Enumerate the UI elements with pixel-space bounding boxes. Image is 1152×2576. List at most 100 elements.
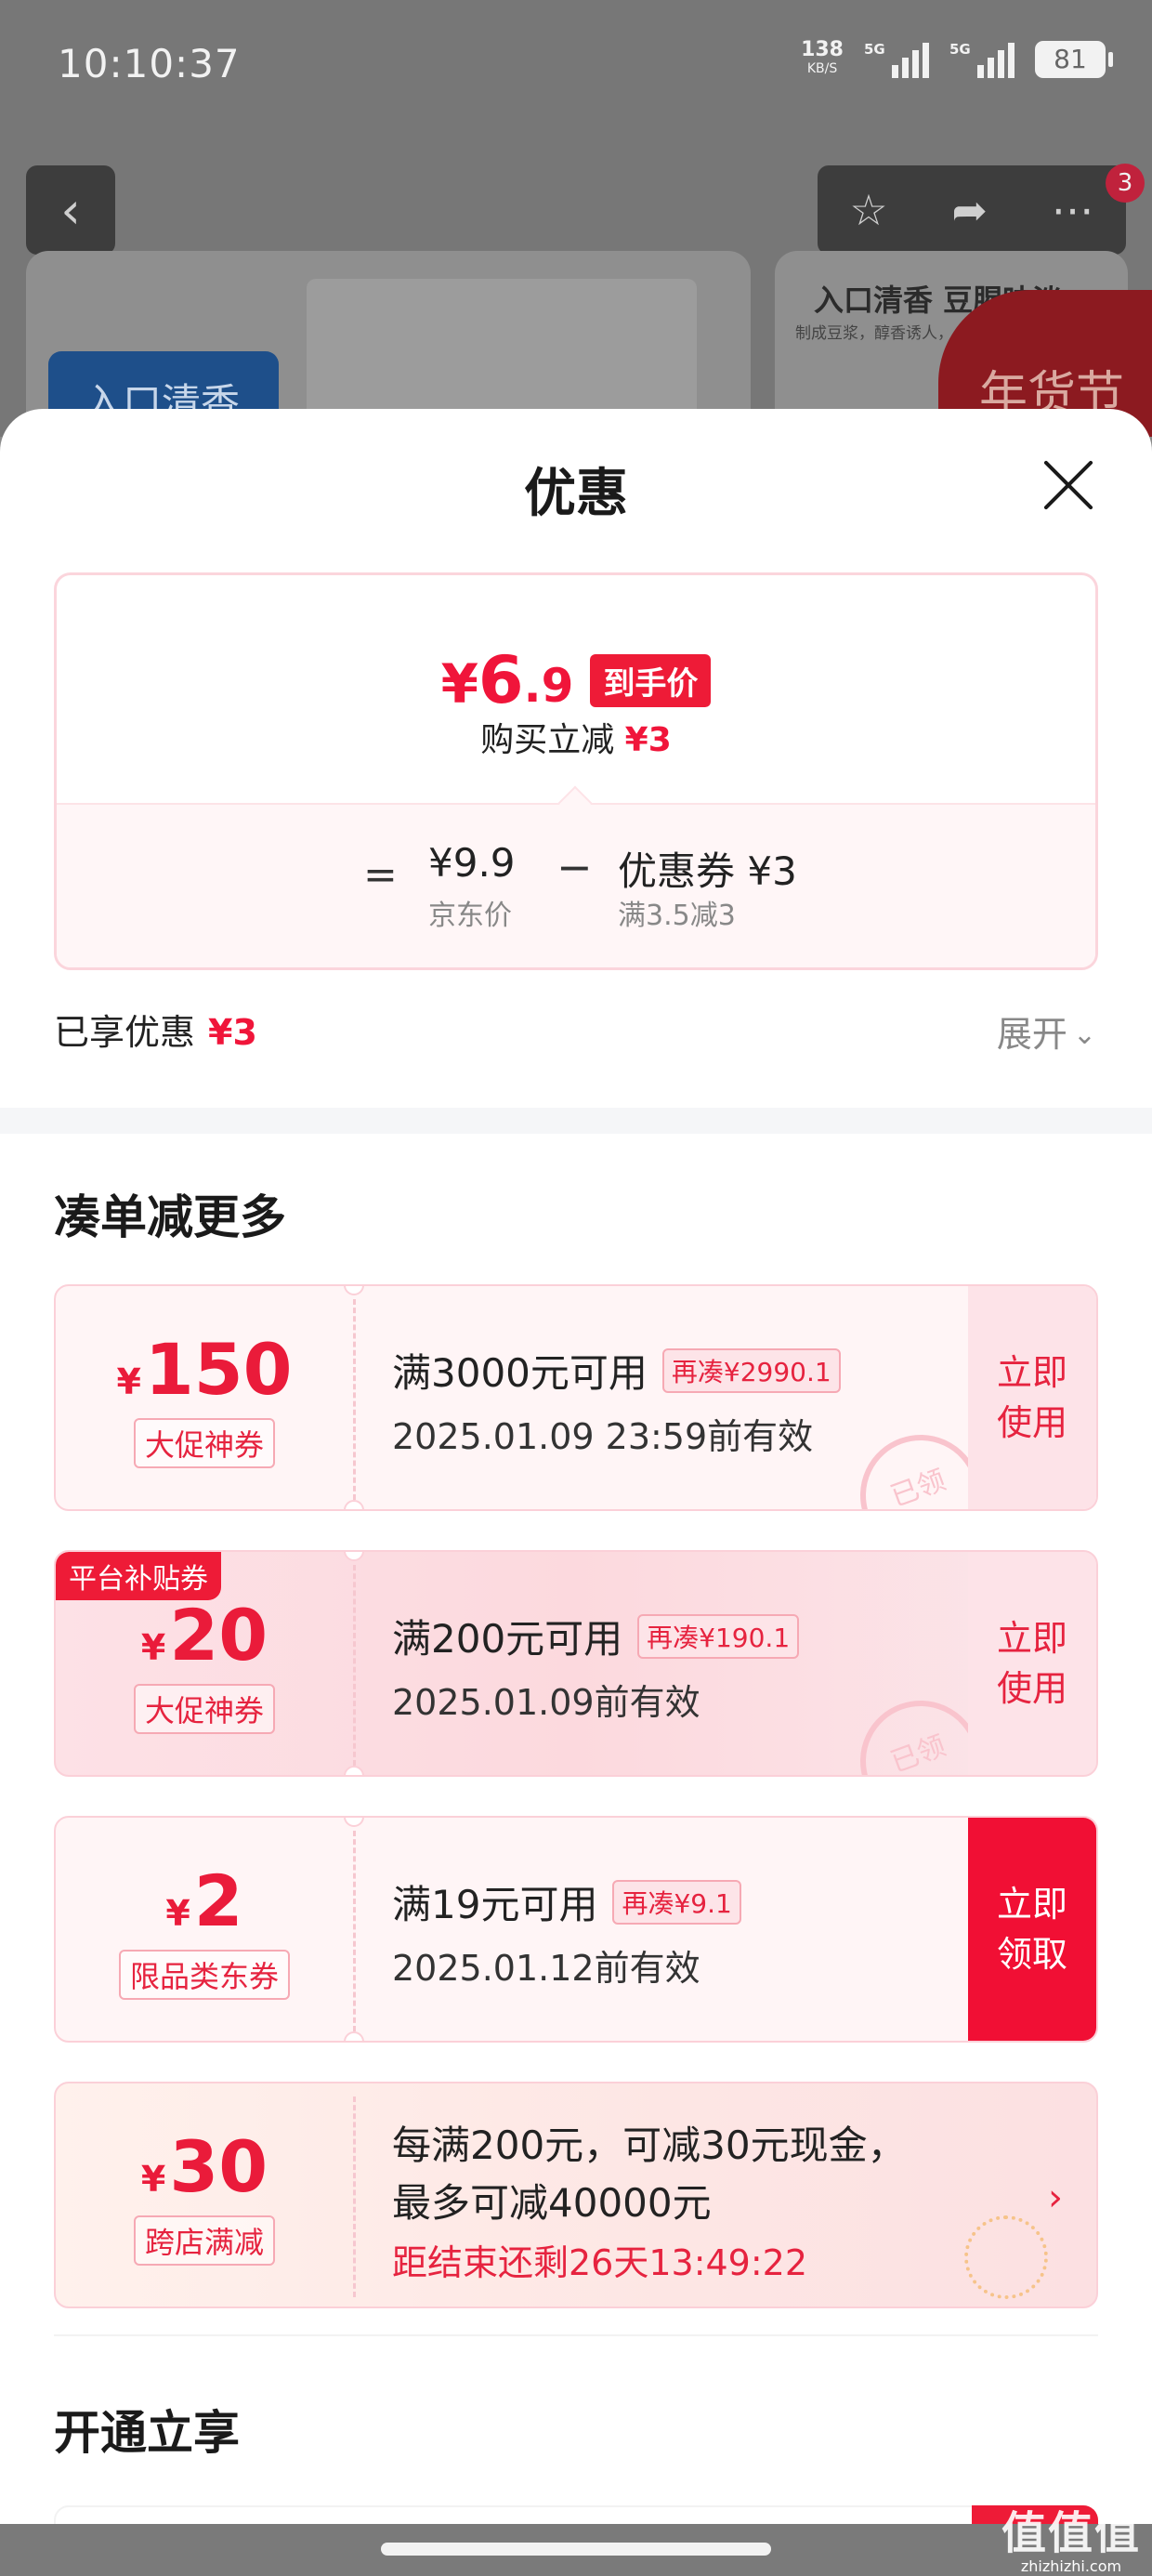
coupon-condition-text: 满19元可用 [392, 1882, 598, 1927]
coupon-amount-area: ¥ 2 限品类东券 [56, 1818, 353, 2041]
final-price-box: ¥ 6 .9 到手价 购买立减 ¥3 = ¥9.9 京东价 − 优惠券 ¥3 满… [54, 572, 1098, 970]
coupon-expiry: 2025.01.12前有效 [392, 1948, 700, 1989]
chevron-down-icon: ⌄ [1072, 1019, 1096, 1051]
price-decimal: .9 [523, 659, 574, 713]
jd-price: ¥9.9 [428, 840, 516, 886]
price-integer: 6 [478, 642, 524, 718]
coupon-value: 20 [169, 1593, 268, 1676]
watermark-logo: 值值值 [1001, 2507, 1141, 2559]
coupon-rule: 满3.5减3 [618, 900, 736, 932]
coupon-need-more: 再凑¥9.1 [612, 1879, 741, 1925]
countdown-timer: 距结束还剩26天13:49:22 [392, 2242, 808, 2283]
claim-now-label: 立即 领取 [996, 1884, 1067, 1975]
instant-discount: 购买立减 ¥3 [57, 713, 1095, 761]
platform-subsidy-flag: 平台补贴券 [56, 1552, 221, 1600]
coupon-condition-text: 满3000元可用 [392, 1350, 648, 1396]
coupon-type: 跨店满减 [133, 2215, 275, 2266]
home-indicator[interactable] [381, 2543, 771, 2556]
star-icon[interactable]: ☆ [849, 185, 887, 235]
price-formula: = ¥9.9 京东价 − 优惠券 ¥3 满3.5减3 [57, 803, 1095, 967]
coupon-type: 大促神券 [133, 1683, 275, 1734]
coupon-type: 限品类东券 [118, 1949, 290, 2000]
signal-icon: 5G [949, 41, 1015, 78]
formula-minus: − [556, 842, 593, 892]
coupon-divider [353, 2096, 356, 2297]
coupon-condition: 满3000元可用 再凑¥2990.1 [392, 1342, 968, 1399]
use-now-label: 立即 使用 [996, 1352, 1067, 1443]
instant-discount-label: 购买立减 [480, 721, 615, 759]
status-icons: 138 KB/S 5G 5G 81 [801, 38, 1113, 78]
section-title-open: 开通立享 [54, 2406, 240, 2460]
coupon-amount-area: ¥ 30 跨店满减 [56, 2083, 353, 2307]
yen-sign: ¥ [116, 1360, 141, 1402]
status-bar: 10:10:37 138 KB/S 5G 5G 81 [0, 0, 1152, 139]
sheet-title: 优惠 [524, 464, 628, 524]
use-now-button[interactable]: 立即 使用 [968, 1552, 1096, 1775]
yen-sign: ¥ [140, 1626, 166, 1668]
coupon-amount: ¥ 150 [116, 1328, 292, 1411]
background-product-page: 10:10:37 138 KB/S 5G 5G 81 ‹ ☆ ➦ ⋯ 3 入口清… [0, 0, 1152, 437]
coupon-condition: 满200元可用 再凑¥190.1 [392, 1608, 968, 1664]
coupon-notch [344, 2031, 364, 2041]
jd-price-label: 京东价 [428, 900, 512, 932]
cross-store-rule-line1: 每满200元，可减30元现金， [392, 2123, 907, 2168]
notification-badge: 3 [1106, 164, 1145, 203]
coupon-amount: ¥ 2 [165, 1860, 242, 1942]
coupon-value: 2 [193, 1859, 243, 1942]
sim1-label: 5G [864, 41, 885, 58]
claim-now-button[interactable]: 立即 领取 [968, 1818, 1096, 2041]
use-now-button[interactable]: 立即 使用 [968, 1286, 1096, 1509]
product-side-subtitle: 制成豆浆，醇香诱人， [795, 324, 953, 343]
coupon-card: ¥ 2 限品类东券 满19元可用 再凑¥9.1 2025.01.12前有效 立即… [54, 1816, 1098, 2043]
section-divider-line [54, 2334, 1098, 2336]
coupon-need-more: 再凑¥2990.1 [661, 1347, 841, 1393]
enjoyed-value: ¥3 [208, 1012, 257, 1053]
final-price-amount: ¥ 6 .9 [441, 642, 574, 718]
close-icon[interactable] [1041, 457, 1096, 513]
final-price: ¥ 6 .9 到手价 [57, 642, 1095, 718]
coupon-details: 满19元可用 再凑¥9.1 2025.01.12前有效 [392, 1873, 968, 1991]
coupon-divider [353, 1565, 356, 1766]
coupon-card: ¥ 150 大促神券 满3000元可用 再凑¥2990.1 2025.01.09… [54, 1284, 1098, 1511]
yen-sign: ¥ [440, 652, 478, 716]
expand-button[interactable]: 展开 ⌄ [997, 1005, 1096, 1057]
more-icon[interactable]: ⋯ [1052, 185, 1094, 235]
section-divider [0, 1108, 1152, 1134]
network-speed-unit: KB/S [806, 61, 838, 76]
cross-store-details: 每满200元，可减30元现金， 最多可减40000元 距结束还剩26天13:49… [392, 2117, 987, 2285]
coupon-discount: 优惠券 ¥3 [618, 848, 797, 894]
yen-sign: ¥ [140, 2158, 166, 2200]
chevron-left-icon: ‹ [60, 180, 81, 240]
coupon-divider [353, 1299, 356, 1500]
status-time: 10:10:37 [58, 41, 241, 86]
coupon-details: 满3000元可用 再凑¥2990.1 2025.01.09 23:59前有效 [392, 1342, 968, 1459]
back-button[interactable]: ‹ [26, 165, 115, 255]
coupon-details: 满200元可用 再凑¥190.1 2025.01.09前有效 [392, 1608, 968, 1725]
network-speed-value: 138 [801, 38, 844, 61]
battery-icon: 81 [1035, 41, 1113, 78]
coupon-notch [344, 1766, 364, 1775]
enjoyed-discount: 已享优惠 ¥3 [54, 1004, 257, 1055]
chevron-right-icon[interactable]: › [1048, 2176, 1063, 2219]
enjoyed-label: 已享优惠 [54, 1012, 196, 1053]
coupon-amount-area: ¥ 150 大促神券 [56, 1286, 353, 1509]
site-watermark: 值值值 zhizhizhi.com [1001, 2496, 1141, 2575]
coupon-type: 大促神券 [133, 1417, 275, 1468]
formula-equals: = [363, 851, 398, 899]
coupon-condition: 满19元可用 再凑¥9.1 [392, 1873, 968, 1930]
discount-sheet: 优惠 ¥ 6 .9 到手价 购买立减 ¥3 = ¥9.9 京东价 − 优惠券 ¥… [0, 409, 1152, 2576]
use-now-label: 立即 使用 [996, 1618, 1067, 1709]
top-action-bar: ☆ ➦ ⋯ [818, 165, 1126, 255]
coupon-divider [353, 1831, 356, 2031]
share-icon[interactable]: ➦ [951, 185, 988, 235]
coupon-amount: ¥ 30 [141, 2125, 268, 2208]
coupon-card: ¥ 20 大促神券 平台补贴券 满200元可用 再凑¥190.1 2025.01… [54, 1550, 1098, 1777]
expand-label: 展开 [996, 1014, 1067, 1055]
cross-store-discount-card[interactable]: ¥ 30 跨店满减 每满200元，可减30元现金， 最多可减40000元 距结束… [54, 2082, 1098, 2308]
final-price-tag: 到手价 [590, 653, 712, 707]
coupon-condition-text: 满200元可用 [392, 1616, 623, 1662]
network-speed: 138 KB/S [801, 38, 844, 78]
sim2-label: 5G [949, 41, 971, 58]
coupon-value: 150 [144, 1327, 293, 1411]
signal-icon: 5G [864, 41, 929, 78]
